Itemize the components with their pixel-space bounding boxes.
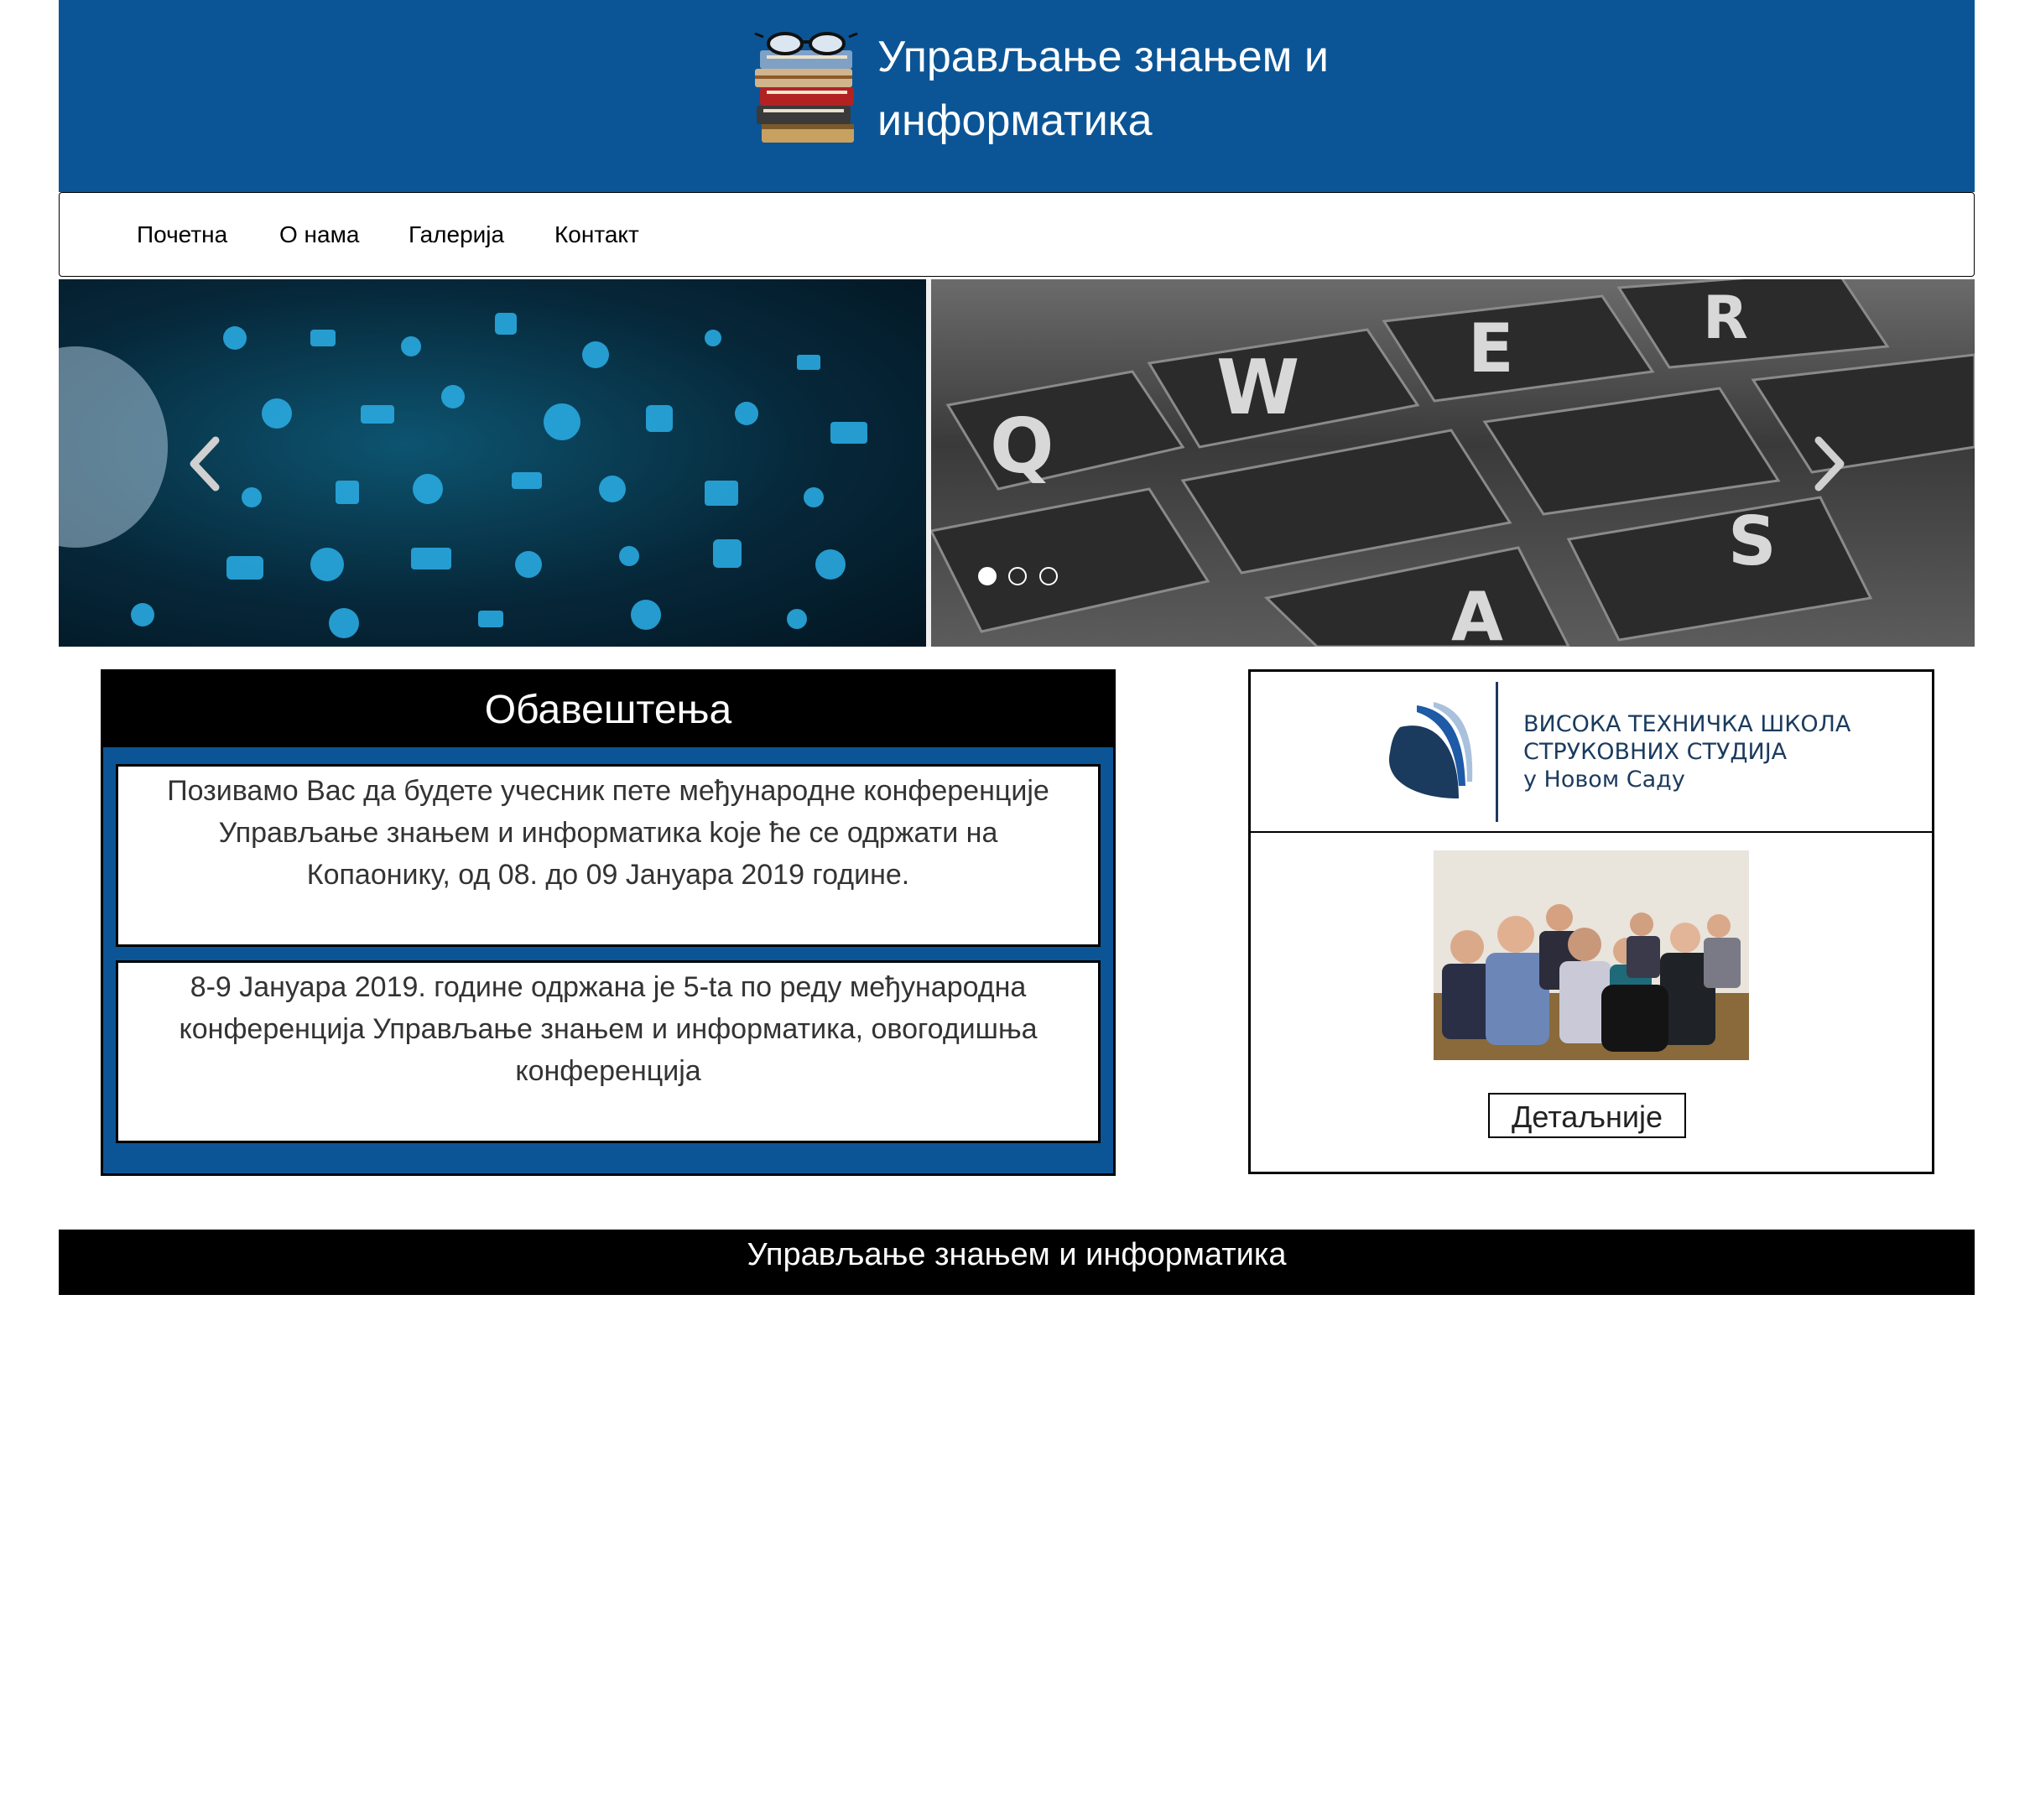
site-header: Управљање знањем и информатика [59,0,1975,192]
svg-text:R: R [1703,283,1748,352]
nav-item-contact[interactable]: Контакт [554,221,639,248]
image-carousel: Q W E R S A [59,279,1975,647]
school-logo-divider [1496,682,1498,822]
school-logo[interactable]: ВИСОКА ТЕХНИЧКА ШКОЛА СТРУКОВНИХ СТУДИЈА… [1251,672,1932,833]
notice-text: 8-9 Јануара 2019. године одржана је 5-ta… [179,971,1038,1087]
carousel-next-icon[interactable] [1804,430,1854,497]
school-name-line-1: ВИСОКА ТЕХНИЧКА ШКОЛА [1523,711,1851,737]
svg-text:A: A [1451,578,1503,647]
footer-text: Управљање знањем и информатика [747,1237,1287,1272]
books-logo-icon [754,32,858,143]
svg-text:S: S [1728,502,1777,580]
conference-photo [1434,850,1749,1060]
school-emblem-icon [1388,702,1473,798]
school-name-line-2: СТРУКОВНИХ СТУДИЈА [1523,739,1788,765]
school-panel: ВИСОКА ТЕХНИЧКА ШКОЛА СТРУКОВНИХ СТУДИЈА… [1248,669,1934,1174]
nav-item-about[interactable]: О нама [279,221,359,248]
main-navbar: Почетна О нама Галерија Контакт [59,192,1975,277]
notices-heading: Обавештења [103,672,1113,747]
school-name-line-3: у Новом Саду [1523,767,1685,793]
notices-panel: Обавештења Позивамо Вас да будете учесни… [101,669,1116,1176]
carousel-prev-icon[interactable] [180,430,231,497]
notice-text: Позивамо Вас да будете учесник пете међу… [167,775,1049,891]
site-footer: Управљање знањем и информатика [59,1230,1975,1295]
school-name: ВИСОКА ТЕХНИЧКА ШКОЛА СТРУКОВНИХ СТУДИЈА… [1523,710,1850,793]
notice-item: Позивамо Вас да будете учесник пете међу… [116,764,1101,947]
carousel-indicator-1[interactable] [978,567,997,585]
site-title: Управљање знањем и информатика [877,33,1329,145]
nav-item-home[interactable]: Почетна [137,221,227,248]
notice-item: 8-9 Јануара 2019. године одржана је 5-ta… [116,960,1101,1143]
nav-item-gallery[interactable]: Галерија [409,221,504,248]
carousel-indicator-2[interactable] [1008,567,1028,585]
svg-text:W: W [1216,344,1299,432]
carousel-indicators [978,567,1066,587]
carousel-indicator-3[interactable] [1038,567,1058,585]
svg-text:Q: Q [990,403,1054,491]
details-button[interactable]: Детаљније [1488,1093,1686,1138]
svg-text:E: E [1468,309,1514,387]
